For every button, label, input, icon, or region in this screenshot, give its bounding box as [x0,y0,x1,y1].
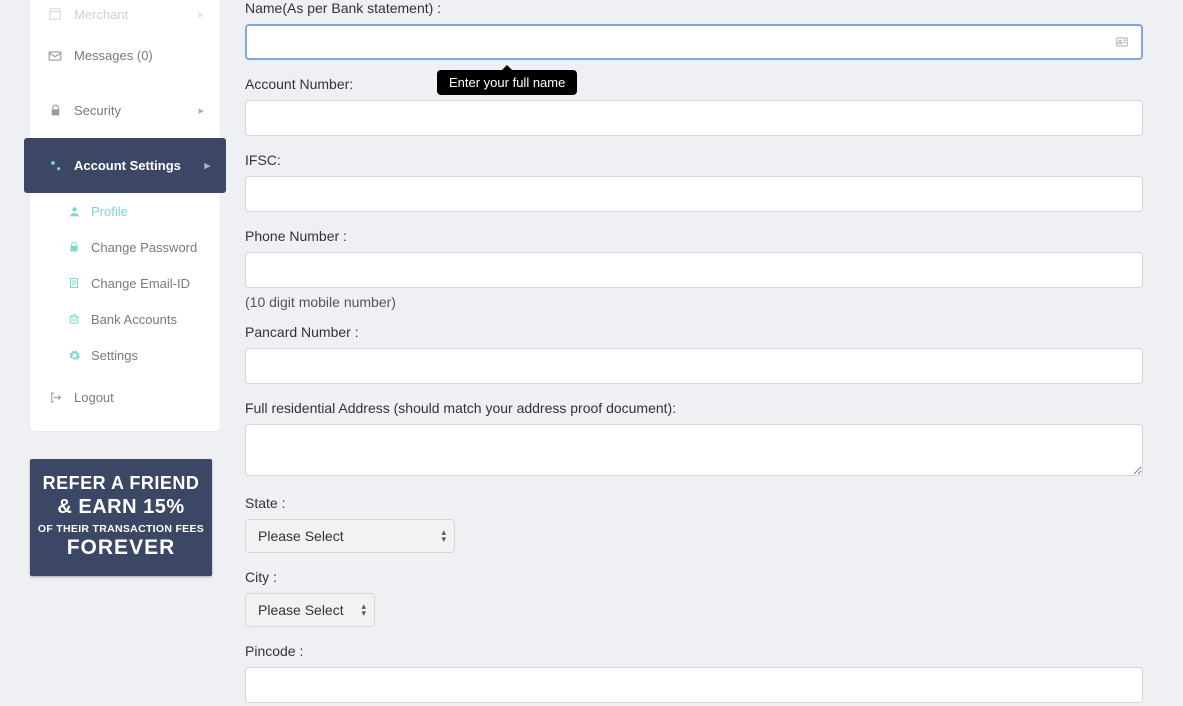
city-select[interactable]: Please Select [246,594,374,626]
name-input[interactable] [245,24,1143,60]
sidebar-item-messages[interactable]: Messages (0) [30,28,220,83]
address-label: Full residential Address (should match y… [245,400,1143,416]
pan-label: Pancard Number : [245,324,1143,340]
sidebar-item-label: Messages (0) [74,48,153,63]
chevron-right-icon: ▸ [198,8,204,21]
pincode-input[interactable] [245,667,1143,703]
chevron-right-icon: ▸ [204,159,210,172]
sidebar-subitem-bank-accounts[interactable]: Bank Accounts [30,301,220,337]
phone-input[interactable] [245,252,1143,288]
city-label: City : [245,569,1143,585]
phone-label: Phone Number : [245,228,1143,244]
bank-icon [65,313,83,325]
chevron-right-icon: ▸ [198,104,204,117]
document-icon [65,277,83,289]
sidebar-item-label: Security [74,103,121,118]
sidebar-item-merchant[interactable]: Merchant ▸ [30,0,220,28]
account-settings-submenu: Profile Change Password Change Email-ID [30,193,220,373]
sidebar-item-label: Account Settings [74,158,181,173]
referral-promo[interactable]: REFER A FRIEND & EARN 15% OF THEIR TRANS… [30,459,212,576]
lock-icon [46,104,64,117]
sidebar-subitem-profile[interactable]: Profile [30,193,220,229]
address-textarea[interactable] [245,424,1143,476]
sidebar-nav: Merchant ▸ Messages (0) Security ▸ [30,0,220,431]
ifsc-input[interactable] [245,176,1143,212]
sidebar-item-logout[interactable]: Logout [30,373,220,421]
store-icon [46,7,64,21]
account-number-label: Account Number: [245,76,1143,92]
promo-line: FOREVER [36,536,206,560]
promo-line: OF THEIR TRANSACTION FEES [36,523,206,535]
sidebar-item-security[interactable]: Security ▸ [30,83,220,138]
contact-card-icon [1115,35,1129,49]
select-arrows-icon: ▴▾ [441,529,446,543]
sidebar-item-account-settings[interactable]: Account Settings ▸ [24,138,226,193]
promo-line: REFER A FRIEND [36,473,206,494]
promo-line: & EARN 15% [36,496,206,519]
account-number-input[interactable] [245,100,1143,136]
pincode-label: Pincode : [245,643,1143,659]
lock-icon [65,241,83,253]
name-tooltip: Enter your full name [437,70,577,95]
gear-icon [65,349,83,362]
sidebar-subitem-change-email[interactable]: Change Email-ID [30,265,220,301]
sidebar-item-label: Profile [91,204,128,219]
sidebar-item-label: Bank Accounts [91,312,177,327]
gears-icon [46,158,64,173]
sidebar-item-label: Settings [91,348,138,363]
state-select[interactable]: Please Select [246,520,374,552]
user-icon [65,205,83,218]
sidebar-item-label: Logout [74,390,114,405]
state-label: State : [245,495,1143,511]
sidebar-subitem-change-password[interactable]: Change Password [30,229,220,265]
bank-account-form: Name(As per Bank statement) : Account Nu… [220,0,1183,706]
mail-icon [46,49,64,63]
pan-input[interactable] [245,348,1143,384]
sidebar-item-label: Change Password [91,240,197,255]
sidebar-item-label: Change Email-ID [91,276,190,291]
logout-icon [46,391,64,404]
sidebar-item-label: Merchant [74,7,128,22]
phone-helper: (10 digit mobile number) [245,294,1143,310]
name-label: Name(As per Bank statement) : [245,0,1143,16]
ifsc-label: IFSC: [245,152,1143,168]
sidebar-subitem-settings[interactable]: Settings [30,337,220,373]
